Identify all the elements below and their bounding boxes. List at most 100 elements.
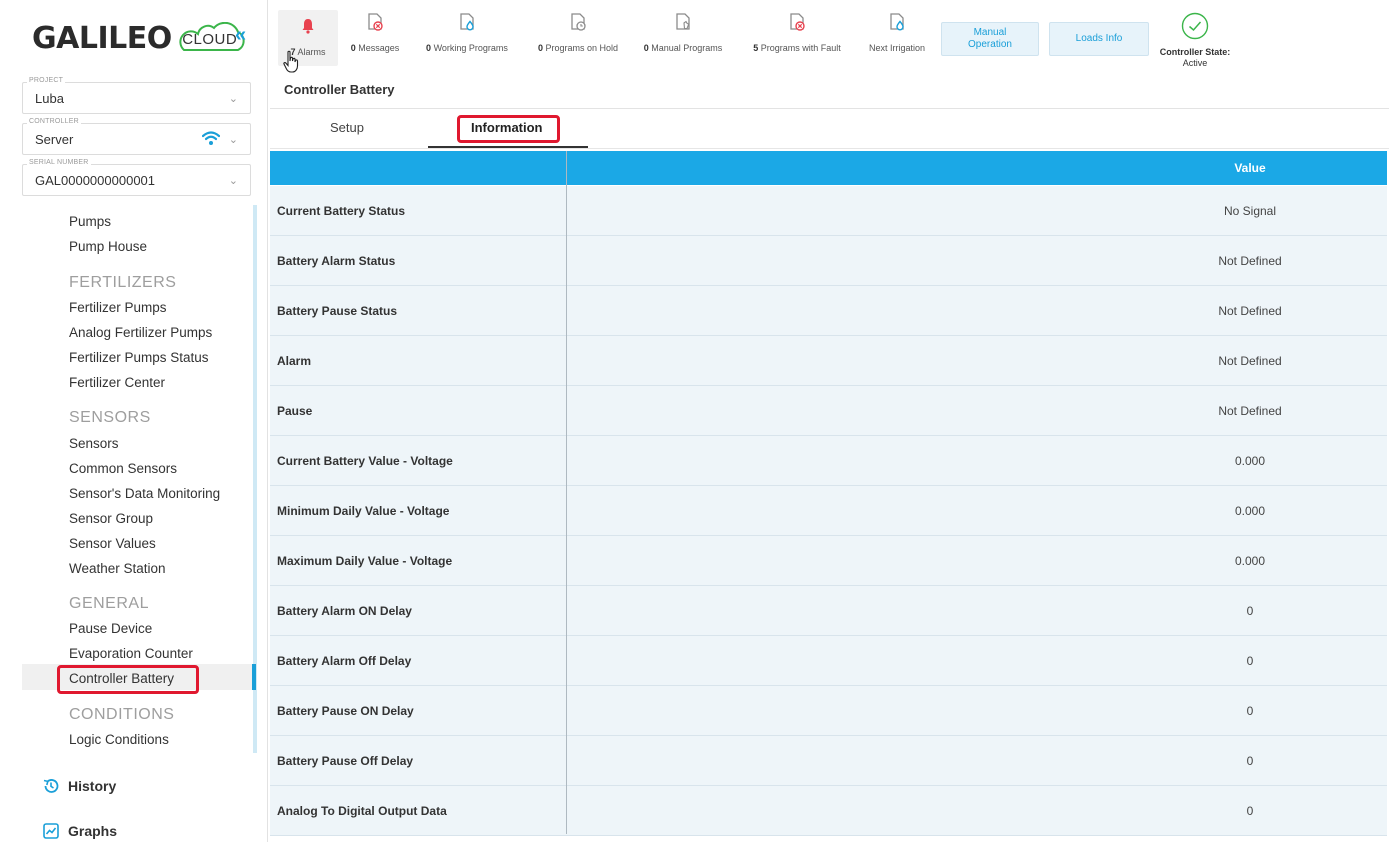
- controller-state-label: Controller State:: [1159, 47, 1231, 57]
- row-key: Battery Alarm Off Delay: [277, 654, 412, 668]
- row-key: Maximum Daily Value - Voltage: [277, 554, 453, 568]
- program-drop-icon: [890, 13, 904, 31]
- nav-section-sensors: SENSORS: [69, 409, 151, 426]
- column-divider: [566, 151, 567, 834]
- nav-section-general: GENERAL: [69, 595, 149, 612]
- controller-state: Controller State: Active: [1155, 12, 1235, 69]
- hand-pointer-icon: [282, 50, 302, 79]
- table-row: Maximum Daily Value - Voltage 0.000: [270, 536, 1387, 586]
- table-row: Current Battery Value - Voltage 0.000: [270, 436, 1387, 486]
- controller-select-value: Server: [35, 132, 74, 147]
- row-value: Not Defined: [1218, 304, 1282, 318]
- controller-select-label: CONTROLLER: [27, 118, 81, 125]
- row-key: Minimum Daily Value - Voltage: [277, 504, 450, 518]
- working-programs-label: Working Programs: [433, 43, 508, 53]
- nav-item-sensor-group[interactable]: Sensor Group: [69, 511, 153, 526]
- wifi-icon: [201, 130, 221, 151]
- nav-item-fertilizer-pumps[interactable]: Fertilizer Pumps: [69, 300, 167, 315]
- message-error-icon: [368, 13, 383, 31]
- nav-item-analog-fertilizer-pumps[interactable]: Analog Fertilizer Pumps: [69, 325, 212, 340]
- chevron-down-icon: ⌄: [228, 175, 238, 187]
- status-toolbar: 7 Alarms 0 Messages 0 Working Programs 0…: [270, 0, 1389, 73]
- row-key: Battery Pause ON Delay: [277, 704, 414, 718]
- next-irrigation-button[interactable]: Next Irrigation: [862, 12, 932, 64]
- row-value: 0.000: [1234, 504, 1266, 518]
- nav-item-sensor-data-monitoring[interactable]: Sensor's Data Monitoring: [69, 486, 220, 501]
- loads-info-button[interactable]: Loads Info: [1049, 22, 1149, 56]
- divider: [270, 108, 1389, 109]
- nav-item-pumps[interactable]: Pumps: [69, 214, 111, 229]
- working-programs-button[interactable]: 0 Working Programs: [418, 12, 516, 64]
- program-clock-icon: [571, 13, 586, 31]
- nav-active-indicator: [252, 664, 256, 690]
- sidebar: GALILEO CLOUD « PROJECT Luba ⌄ CONTROLLE…: [0, 0, 268, 842]
- logo-cloud-text: CLOUD: [182, 31, 238, 48]
- program-manual-icon: [676, 13, 690, 30]
- programs-on-hold-count: 0: [537, 43, 543, 53]
- controller-state-value: Active: [1182, 58, 1208, 68]
- table-row: Pause Not Defined: [270, 386, 1387, 436]
- row-value: 0: [1246, 604, 1254, 618]
- messages-count: 0: [350, 43, 356, 53]
- row-value: Not Defined: [1218, 354, 1282, 368]
- nav-item-common-sensors[interactable]: Common Sensors: [69, 461, 177, 476]
- row-value: Not Defined: [1218, 254, 1282, 268]
- row-key: Alarm: [277, 354, 312, 368]
- programs-with-fault-button[interactable]: 5 Programs with Fault: [744, 12, 850, 64]
- chevron-down-icon: ⌄: [228, 93, 238, 105]
- row-value: 0: [1246, 754, 1254, 768]
- project-select[interactable]: PROJECT Luba ⌄: [22, 77, 251, 114]
- nav-item-evaporation-counter[interactable]: Evaporation Counter: [69, 646, 193, 661]
- messages-label: Messages: [358, 43, 400, 53]
- nav-item-pause-device[interactable]: Pause Device: [69, 621, 152, 636]
- manual-programs-count: 0: [643, 43, 649, 53]
- row-key: Battery Alarm Status: [277, 254, 396, 268]
- nav-item-logic-conditions[interactable]: Logic Conditions: [69, 732, 169, 747]
- table-row: Battery Pause Status Not Defined: [270, 286, 1387, 336]
- project-select-label: PROJECT: [27, 77, 66, 84]
- programs-on-hold-button[interactable]: 0 Programs on Hold: [530, 12, 626, 64]
- program-drop-icon: [460, 13, 474, 31]
- table-row: Battery Pause ON Delay 0: [270, 686, 1387, 736]
- nav-item-sensor-values[interactable]: Sensor Values: [69, 536, 156, 551]
- logo-cloud: CLOUD: [178, 22, 260, 54]
- nav-item-fertilizer-pumps-status[interactable]: Fertilizer Pumps Status: [69, 350, 209, 365]
- divider: [270, 148, 1389, 149]
- messages-button[interactable]: 0 Messages: [344, 12, 406, 64]
- nav-item-pump-house[interactable]: Pump House: [69, 239, 147, 254]
- nav-item-sensors[interactable]: Sensors: [69, 436, 119, 451]
- history-link[interactable]: History: [42, 777, 116, 795]
- highlight-box-controller-battery: [57, 665, 199, 694]
- manual-programs-button[interactable]: 0 Manual Programs: [636, 12, 730, 64]
- table-row: Battery Pause Off Delay 0: [270, 736, 1387, 786]
- graphs-link[interactable]: Graphs: [42, 822, 117, 840]
- chevron-down-icon: ⌄: [228, 134, 238, 146]
- collapse-sidebar-icon[interactable]: «: [235, 24, 246, 47]
- row-value: 0.000: [1234, 454, 1266, 468]
- manual-operation-button[interactable]: Manual Operation: [941, 22, 1039, 56]
- nav-item-weather-station[interactable]: Weather Station: [69, 561, 166, 576]
- row-value: 0: [1246, 804, 1254, 818]
- table-row: Minimum Daily Value - Voltage 0.000: [270, 486, 1387, 536]
- row-key: Pause: [277, 404, 313, 418]
- table-row: Current Battery Status No Signal: [270, 186, 1387, 236]
- manual-programs-label: Manual Programs: [651, 43, 723, 53]
- table-header: Value: [270, 151, 1387, 185]
- row-key: Analog To Digital Output Data: [277, 804, 447, 818]
- project-select-value: Luba: [35, 91, 64, 106]
- tab-setup[interactable]: Setup: [330, 120, 364, 135]
- highlight-box-information-tab: [457, 115, 560, 143]
- serial-number-select[interactable]: SERIAL NUMBER GAL0000000000001 ⌄: [22, 159, 251, 196]
- next-irrigation-label: Next Irrigation: [868, 43, 926, 53]
- serial-number-select-label: SERIAL NUMBER: [27, 159, 91, 166]
- nav-item-fertilizer-center[interactable]: Fertilizer Center: [69, 375, 165, 390]
- table-row: Battery Alarm ON Delay 0: [270, 586, 1387, 636]
- controller-select[interactable]: CONTROLLER Server ⌄: [22, 118, 251, 155]
- programs-with-fault-label: Programs with Fault: [760, 43, 841, 53]
- check-circle-icon: [1181, 12, 1209, 40]
- row-key: Battery Alarm ON Delay: [277, 604, 412, 618]
- row-value: 0: [1246, 654, 1254, 668]
- nav-section-fertilizers: FERTILIZERS: [69, 274, 177, 291]
- nav-section-conditions: CONDITIONS: [69, 706, 175, 723]
- row-key: Battery Pause Status: [277, 304, 398, 318]
